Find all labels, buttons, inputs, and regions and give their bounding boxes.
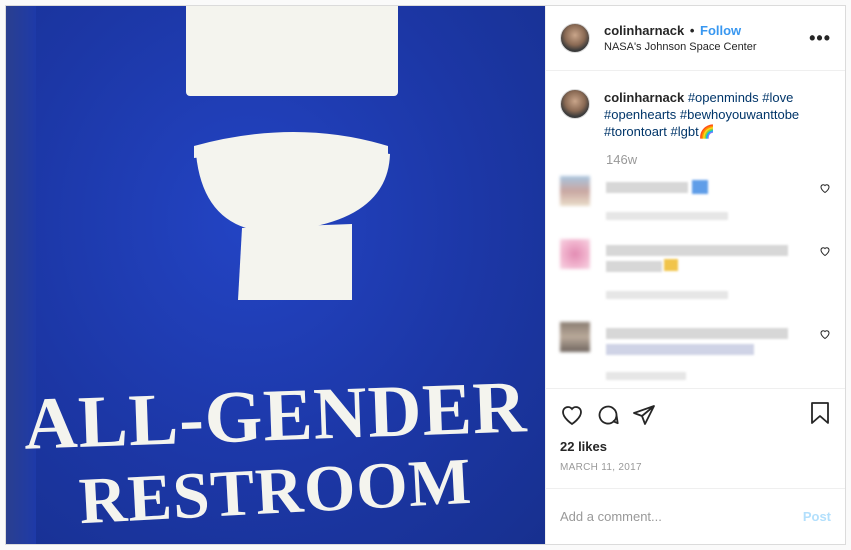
- hashtag[interactable]: #lgbt: [671, 124, 699, 139]
- comment-bubble-icon[interactable]: [596, 403, 620, 427]
- blurred-meta: [606, 212, 728, 220]
- blurred-meta: [606, 372, 686, 380]
- more-options-icon[interactable]: •••: [809, 28, 831, 49]
- blurred-avatar: [560, 322, 590, 352]
- blurred-emoji: [692, 180, 708, 194]
- caption: colinharnack #openminds #love #openheart…: [560, 89, 831, 140]
- like-comment-heart-icon[interactable]: [819, 328, 831, 340]
- avatar[interactable]: [560, 23, 590, 53]
- like-comment-heart-icon[interactable]: [819, 182, 831, 194]
- action-icons: [560, 399, 831, 431]
- header-line: colinharnack • Follow: [604, 23, 757, 38]
- username-link[interactable]: colinharnack: [604, 23, 684, 38]
- likes-count[interactable]: 22 likes: [560, 439, 831, 454]
- blurred-comment: [560, 176, 831, 246]
- hashtag[interactable]: #love: [762, 90, 793, 105]
- time-ago[interactable]: 146w: [606, 152, 831, 167]
- caption-text: colinharnack #openminds #love #openheart…: [604, 89, 831, 140]
- post-actions: 22 likes MARCH 11, 2017: [546, 388, 845, 488]
- hashtag[interactable]: #bewhoyouwanttobe: [680, 107, 799, 122]
- blurred-text: [606, 261, 662, 272]
- blurred-text: [606, 182, 688, 193]
- blurred-link: [606, 344, 754, 355]
- comments-section: colinharnack #openminds #love #openheart…: [546, 71, 845, 388]
- comment-input[interactable]: [560, 509, 780, 524]
- header-text: colinharnack • Follow NASA's Johnson Spa…: [604, 23, 757, 53]
- location-link[interactable]: NASA's Johnson Space Center: [604, 41, 757, 53]
- blurred-emoji: [664, 259, 678, 271]
- like-heart-icon[interactable]: [560, 403, 584, 427]
- bookmark-icon[interactable]: [809, 401, 831, 425]
- blurred-comment: [560, 322, 831, 392]
- blurred-meta: [606, 291, 728, 299]
- blurred-avatar: [560, 176, 590, 206]
- blurred-comment: [560, 239, 831, 309]
- caption-username[interactable]: colinharnack: [604, 90, 684, 105]
- post-comment-button[interactable]: Post: [803, 509, 831, 524]
- blurred-text: [606, 245, 788, 256]
- post-date: MARCH 11, 2017: [560, 462, 642, 473]
- separator-dot: •: [689, 23, 695, 38]
- blurred-text: [606, 328, 788, 339]
- caption-avatar[interactable]: [560, 89, 590, 119]
- instagram-post: ALL-GENDER RESTROOM colinharnack • Follo…: [5, 5, 846, 545]
- post-photo[interactable]: ALL-GENDER RESTROOM: [6, 6, 545, 544]
- post-header: colinharnack • Follow NASA's Johnson Spa…: [546, 6, 845, 71]
- add-comment-bar: Post: [546, 488, 845, 544]
- like-comment-heart-icon[interactable]: [819, 245, 831, 257]
- hashtag[interactable]: #torontoart: [604, 124, 667, 139]
- hashtag[interactable]: #openminds: [688, 90, 759, 105]
- post-side-panel: colinharnack • Follow NASA's Johnson Spa…: [545, 6, 845, 544]
- hashtag[interactable]: #openhearts: [604, 107, 676, 122]
- follow-button[interactable]: Follow: [700, 23, 741, 38]
- blurred-avatar: [560, 239, 590, 269]
- share-send-icon[interactable]: [632, 403, 656, 427]
- rainbow-emoji: 🌈: [698, 124, 715, 139]
